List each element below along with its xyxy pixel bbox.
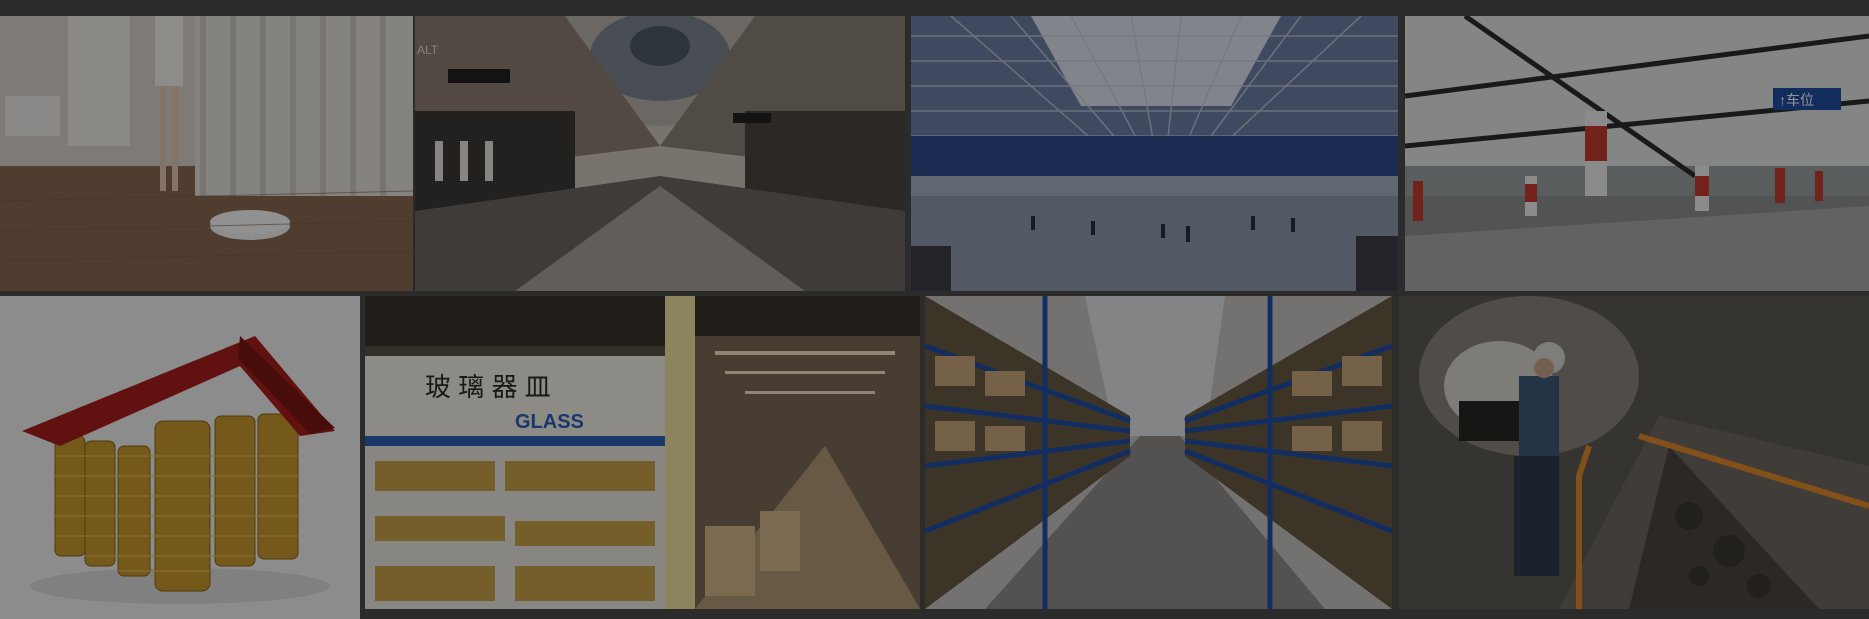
glass-sign-english: GLASS (515, 411, 584, 433)
warehouse-shelves-tile[interactable] (925, 296, 1392, 609)
exhibition-hall-tile[interactable] (911, 16, 1398, 291)
robot-vacuum-home-tile[interactable] (0, 16, 413, 291)
mine-tunnel-tile[interactable] (1399, 296, 1869, 609)
supermarket-aisle-tile[interactable]: 玻 璃 器 皿 GLASS (365, 296, 920, 609)
shopping-mall-interior-tile[interactable]: ALT (415, 16, 905, 291)
image-collage: ALT ↑车位 玻 璃 器 皿 GLASS (0, 0, 1869, 619)
underground-parking-tile[interactable]: ↑车位 (1405, 16, 1869, 291)
coin-house-tile[interactable] (0, 296, 360, 619)
parking-sign-text: ↑车位 (1779, 92, 1814, 108)
glass-sign-chinese: 玻 璃 器 皿 (425, 372, 551, 402)
mall-sign-text: ALT (417, 43, 439, 57)
